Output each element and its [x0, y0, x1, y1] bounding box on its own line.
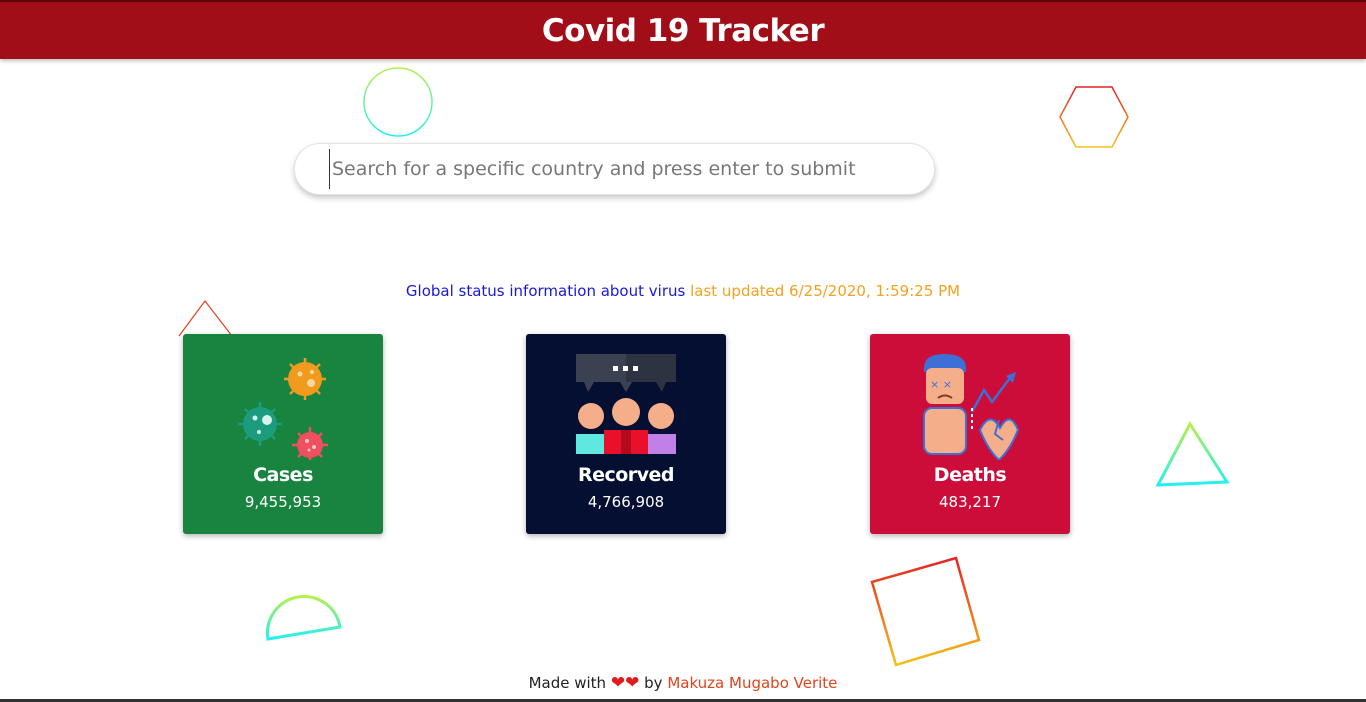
decorative-triangle-small: [178, 300, 233, 337]
deaths-title: Deaths: [933, 464, 1007, 486]
decorative-circle: [363, 67, 433, 137]
cases-title: Cases: [253, 464, 313, 486]
last-updated: last updated 6/25/2020, 1:59:25 PM: [690, 282, 961, 300]
cases-card: Cases 9,455,953: [183, 334, 383, 534]
recovered-value: 4,766,908: [587, 493, 665, 511]
heart-icon: ❤❤: [610, 673, 640, 693]
search-input[interactable]: [329, 149, 909, 189]
status-label: Global status information about virus: [405, 282, 686, 300]
app-header: Covid 19 Tracker: [0, 0, 1366, 59]
deaths-card: × × Deaths 483,217: [870, 334, 1070, 534]
svg-text:× ×: × ×: [930, 378, 952, 391]
recovered-card: Recorved 4,766,908: [526, 334, 726, 534]
deaths-value: 483,217: [938, 493, 1002, 511]
decorative-triangle: [1155, 421, 1230, 487]
status-line: Global status information about virus la…: [0, 282, 1366, 300]
decorative-hexagon: [1059, 86, 1129, 148]
page: Covid 19 Tracker Global status informati…: [0, 0, 1366, 702]
sick-person-heart-icon: × ×: [923, 354, 1020, 460]
people-chat-icon: [576, 354, 676, 454]
recovered-title: Recorved: [577, 464, 675, 486]
search-box[interactable]: [294, 143, 935, 195]
footer-by: by: [644, 674, 663, 692]
app-title: Covid 19 Tracker: [541, 12, 825, 49]
decorative-semicircle: [266, 595, 342, 641]
cases-value: 9,455,953: [244, 493, 322, 511]
footer: Made with ❤❤ by Makuza Mugabo Verite: [0, 673, 1366, 693]
decorative-square: [870, 556, 981, 667]
author-link[interactable]: Makuza Mugabo Verite: [667, 674, 837, 692]
footer-made-with: Made with: [528, 674, 607, 692]
virus-icon: [238, 358, 328, 460]
